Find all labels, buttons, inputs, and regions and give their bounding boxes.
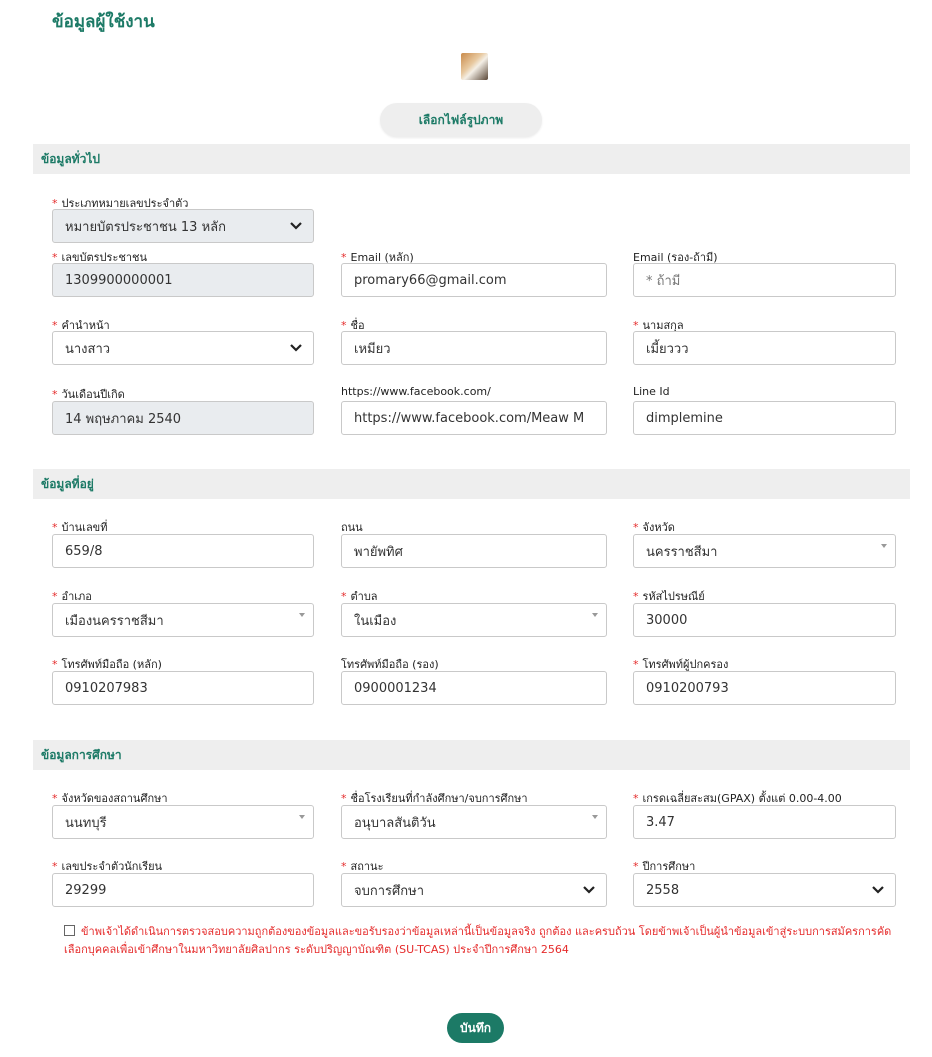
label-line-id: Line Id — [633, 385, 670, 398]
section-general-header: ข้อมูลทั่วไป — [33, 144, 910, 174]
caret-down-icon — [592, 815, 598, 819]
first-name-field[interactable]: เหมียว — [341, 331, 607, 365]
year-select[interactable]: 2558 — [633, 873, 896, 907]
id-type-select[interactable]: หมายบัตรประชาชน 13 หลัก — [52, 209, 314, 243]
page-title: ข้อมูลผู้ใช้งาน — [52, 12, 155, 32]
subdistrict-select[interactable]: ในเมือง — [341, 603, 607, 637]
email-alt-field[interactable]: * ถ้ามี — [633, 263, 896, 297]
caret-down-icon — [299, 613, 305, 617]
chevron-down-icon — [583, 886, 595, 894]
house-no-field[interactable]: 659/8 — [52, 534, 314, 568]
chevron-down-icon — [290, 344, 302, 352]
caret-down-icon — [299, 815, 305, 819]
section-education-header: ข้อมูลการศึกษา — [33, 740, 910, 770]
chevron-down-icon — [872, 886, 884, 894]
district-select[interactable]: เมืองนครราชสีมา — [52, 603, 314, 637]
consent-statement: ข้าพเจ้าได้ดำเนินการตรวจสอบความถูกต้องขอ… — [64, 923, 914, 959]
province-select[interactable]: นครราชสีมา — [633, 534, 896, 568]
email-main-field[interactable]: promary66@gmail.com — [341, 263, 607, 297]
avatar — [461, 53, 488, 80]
section-address-header: ข้อมูลที่อยู่ — [33, 469, 910, 499]
status-select[interactable]: จบการศึกษา — [341, 873, 607, 907]
guardian-phone-field[interactable]: 0910200793 — [633, 671, 896, 705]
save-button[interactable]: บันทึก — [447, 1013, 504, 1043]
consent-text: ข้าพเจ้าได้ดำเนินการตรวจสอบความถูกต้องขอ… — [64, 925, 892, 956]
consent-checkbox[interactable] — [64, 925, 75, 936]
chevron-down-icon — [290, 222, 302, 230]
caret-down-icon — [881, 544, 887, 548]
line-id-field[interactable]: dimplemine — [633, 401, 896, 435]
last-name-field[interactable]: เมี้ยววว — [633, 331, 896, 365]
choose-image-button[interactable]: เลือกไฟล์รูปภาพ — [380, 103, 542, 137]
gpax-field[interactable]: 3.47 — [633, 805, 896, 839]
postcode-field[interactable]: 30000 — [633, 603, 896, 637]
mobile-main-field[interactable]: 0910207983 — [52, 671, 314, 705]
prefix-select[interactable]: นางสาว — [52, 331, 314, 365]
id-number-field[interactable]: 1309900000001 — [52, 263, 314, 297]
school-name-select[interactable]: อนุบาลสันติวัน — [341, 805, 607, 839]
facebook-field[interactable]: https://www.facebook.com/Meaw M — [341, 401, 607, 435]
school-province-select[interactable]: นนทบุรี — [52, 805, 314, 839]
birthdate-field[interactable]: 14 พฤษภาคม 2540 — [52, 401, 314, 435]
mobile-alt-field[interactable]: 0900001234 — [341, 671, 607, 705]
caret-down-icon — [592, 613, 598, 617]
label-facebook: https://www.facebook.com/ — [341, 385, 491, 398]
road-field[interactable]: พายัพทิศ — [341, 534, 607, 568]
student-id-field[interactable]: 29299 — [52, 873, 314, 907]
